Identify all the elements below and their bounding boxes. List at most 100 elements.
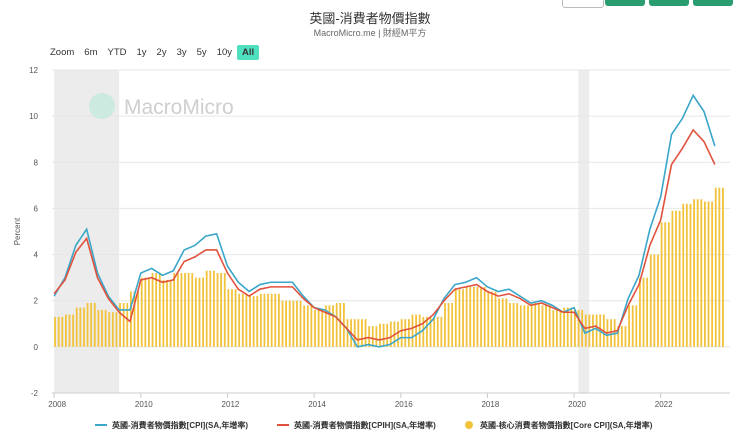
bar <box>454 289 457 347</box>
legend-item[interactable]: 英國-核心消費者物價指數[Core CPI](SA,年增率) <box>479 420 653 430</box>
bar <box>231 289 233 347</box>
bar <box>509 303 511 347</box>
bar <box>541 305 544 347</box>
bar <box>115 312 118 347</box>
bar <box>469 286 472 347</box>
bar <box>505 298 508 347</box>
bar <box>451 303 454 347</box>
bar <box>288 300 291 347</box>
x-tick-label: 2012 <box>222 400 240 409</box>
bar <box>306 305 309 347</box>
bar <box>209 270 212 347</box>
bar <box>714 187 717 347</box>
y-axis-title: Percent <box>13 217 22 245</box>
bar <box>700 199 703 347</box>
bar <box>332 305 334 347</box>
bar <box>259 293 262 347</box>
bar <box>379 323 381 347</box>
bar <box>158 273 161 347</box>
bar <box>512 303 515 347</box>
bar <box>501 298 504 347</box>
bar <box>660 222 663 347</box>
bar <box>108 312 111 347</box>
bar <box>418 314 421 347</box>
bar <box>238 293 241 347</box>
bar <box>285 300 288 347</box>
watermark-logo <box>89 93 115 119</box>
bar <box>249 296 251 347</box>
bar <box>559 309 562 347</box>
bar <box>592 314 594 347</box>
bar <box>270 293 273 347</box>
x-tick-label: 2010 <box>135 400 153 409</box>
bar <box>79 307 82 347</box>
y-tick-label: 12 <box>29 66 38 75</box>
legend-item[interactable]: 英國-消費者物價指數[CPI](SA,年增率) <box>111 420 248 430</box>
bar <box>93 303 96 347</box>
bar <box>678 210 681 347</box>
bar <box>498 298 501 347</box>
bar <box>191 273 194 347</box>
bar <box>256 296 259 347</box>
bar <box>487 291 490 347</box>
bar <box>310 305 313 347</box>
bar <box>267 293 269 347</box>
bar <box>187 273 190 347</box>
chart: -2 0 2 4 6 8 10 12 2008 2010 2012 2014 2016 2018 2020 2… <box>13 66 730 430</box>
bar <box>718 187 721 347</box>
bar <box>667 222 670 347</box>
bar <box>220 273 223 347</box>
bar <box>639 277 641 347</box>
bar <box>227 289 230 347</box>
bar <box>202 277 204 347</box>
bar <box>245 293 248 347</box>
bar <box>436 316 439 347</box>
bar <box>631 305 634 347</box>
bar <box>689 203 692 347</box>
bar <box>407 319 410 347</box>
bar <box>595 314 598 347</box>
bar <box>404 319 407 347</box>
bar <box>584 314 587 347</box>
y-tick-label: -2 <box>31 389 39 398</box>
bar <box>151 273 154 347</box>
y-tick-label: 6 <box>34 204 39 213</box>
x-tick-label: 2020 <box>568 400 586 409</box>
bar <box>685 203 688 347</box>
bar <box>628 305 630 347</box>
bar <box>169 279 172 347</box>
bar <box>111 312 114 347</box>
x-tick-label: 2022 <box>655 400 673 409</box>
bar <box>368 326 371 347</box>
bar <box>523 305 526 347</box>
legend-item[interactable]: 英國-消費者物價指數[CPIH](SA,年增率) <box>293 420 436 430</box>
bar <box>83 307 85 347</box>
bar <box>278 293 280 347</box>
bar <box>494 291 497 347</box>
bar <box>693 199 695 347</box>
bar <box>566 307 569 347</box>
bar <box>321 309 324 347</box>
bar <box>415 314 417 347</box>
bar <box>90 303 93 347</box>
bar <box>624 326 627 347</box>
bar <box>346 319 349 347</box>
bar <box>462 289 464 347</box>
bar <box>72 314 75 347</box>
bar <box>101 309 103 347</box>
bar <box>162 279 165 347</box>
bar <box>483 286 486 347</box>
bar <box>216 273 219 347</box>
bar <box>491 291 493 347</box>
bar <box>357 319 360 347</box>
bar <box>205 270 208 347</box>
bar <box>281 300 284 347</box>
y-tick-label: 2 <box>34 297 39 306</box>
bar <box>548 305 551 347</box>
bar <box>64 314 67 347</box>
bar <box>223 273 226 347</box>
bar <box>173 273 176 347</box>
bar <box>704 201 706 347</box>
x-tick-label: 2014 <box>308 400 326 409</box>
bar <box>299 300 302 347</box>
